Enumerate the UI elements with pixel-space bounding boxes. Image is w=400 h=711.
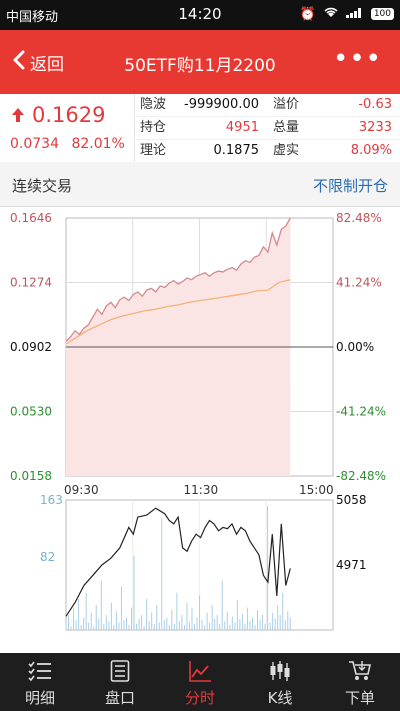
battery-icon: 100 [370,8,394,20]
quote-summary: 0.1629 0.0734 82.01% 隐波 -999900.00 溢价 -0.63… [0,94,400,163]
intraday-chart-svg: 0.1646 0.1274 0.0902 0.0530 0.0158 82.48% 41.2… [10,211,386,631]
open-interest-axis-label: 5058 [336,493,367,507]
price-panel: 0.1629 0.0734 82.01% [0,94,135,162]
time-axis-label: 11:30 [184,483,219,497]
bottom-tab-bar: 明细 盘口 分时 K线 下单 [0,653,400,711]
change-percent: 82.01% [71,136,125,152]
stat-value: 3233 [358,120,392,135]
candlestick-icon [240,660,320,684]
price-axis-label: 0.1646 [10,211,52,225]
wifi-icon [323,6,339,22]
stat-cell: 总量 3233 [267,117,400,139]
change-value: 0.0734 [10,136,59,152]
price-axis-label: 0.0158 [10,469,52,483]
time-axis-label: 15:00 [299,483,334,497]
session-status: 连续交易 [12,177,73,195]
stat-value: 4951 [225,120,259,135]
tab-label: 分时 [184,689,215,707]
percent-axis-label: 41.24% [336,276,382,290]
percent-axis-label: 82.48% [336,211,382,225]
stat-cell: 虚实 8.09% [267,140,400,162]
tab-label: K线 [267,689,293,707]
price-axis-label: 0.0530 [10,405,52,419]
tab-list[interactable]: 明细 [0,653,80,711]
tab-intraday-chart[interactable]: 分时 [160,653,240,711]
price-axis-label: 0.1274 [10,276,52,290]
stat-cell: 持仓 4951 [134,117,267,139]
up-arrow-icon [12,103,24,127]
price-axis-label: 0.0902 [10,340,52,354]
stat-value: 0.1875 [213,143,260,158]
nav-bar: 返回 50ETF购11月2200 ••• [0,30,400,94]
more-menu-icon[interactable]: ••• [333,44,382,74]
stat-cell: 隐波 -999900.00 [134,94,267,116]
alarm-icon: ⏰ [299,6,316,22]
stat-value: -0.63 [358,97,392,112]
percent-axis-label: 0.00% [336,340,374,354]
tab-cart[interactable]: 下单 [320,653,400,711]
status-bar: 中国移动 14:20 ⏰ 100 [0,0,400,30]
tab-orderbook[interactable]: 盘口 [80,653,160,711]
stat-label: 隐波 [140,97,167,112]
stats-row: 隐波 -999900.00 溢价 -0.63 [134,94,400,117]
tab-label: 明细 [24,689,55,707]
open-position-status[interactable]: 不限制开仓 [313,175,388,196]
percent-axis-label: -82.48% [336,469,386,483]
stat-label: 理论 [140,143,167,158]
orderbook-icon [80,660,160,684]
intraday-chart[interactable]: 0.1646 0.1274 0.0902 0.0530 0.0158 82.48% 41.2… [0,206,400,653]
intraday-chart-icon [160,660,240,684]
tab-candlestick[interactable]: K线 [240,653,320,711]
price-change: 0.0734 82.01% [10,136,125,152]
cart-icon [320,660,400,684]
signal-icon [345,6,364,22]
stat-cell: 溢价 -0.63 [267,94,400,116]
session-bar: 连续交易 不限制开仓 [0,162,400,207]
stats-row: 持仓 4951 总量 3233 [134,117,400,140]
stat-label: 虚实 [273,143,300,158]
stat-value: -999900.00 [184,97,259,112]
tab-label: 下单 [344,689,375,707]
percent-axis-label: -41.24% [336,405,386,419]
stat-cell: 理论 0.1875 [134,140,267,162]
tab-label: 盘口 [104,689,135,707]
time-axis-label: 09:30 [64,483,99,497]
last-price-value: 0.1629 [32,103,106,127]
stats-row: 理论 0.1875 虚实 8.09% [134,140,400,163]
volume-axis-label: 163 [40,493,63,507]
volume-axis-label: 82 [40,550,55,564]
list-icon [0,660,80,684]
stat-value: 8.09% [350,143,392,158]
open-interest-axis-label: 4971 [336,558,367,572]
last-price: 0.1629 [12,103,105,127]
stat-label: 总量 [273,120,300,135]
stat-label: 持仓 [140,120,167,135]
stats-grid: 隐波 -999900.00 溢价 -0.63 持仓 4951 总量 3233 理论 0.1875 虚… [134,94,400,163]
stat-label: 溢价 [273,97,300,112]
